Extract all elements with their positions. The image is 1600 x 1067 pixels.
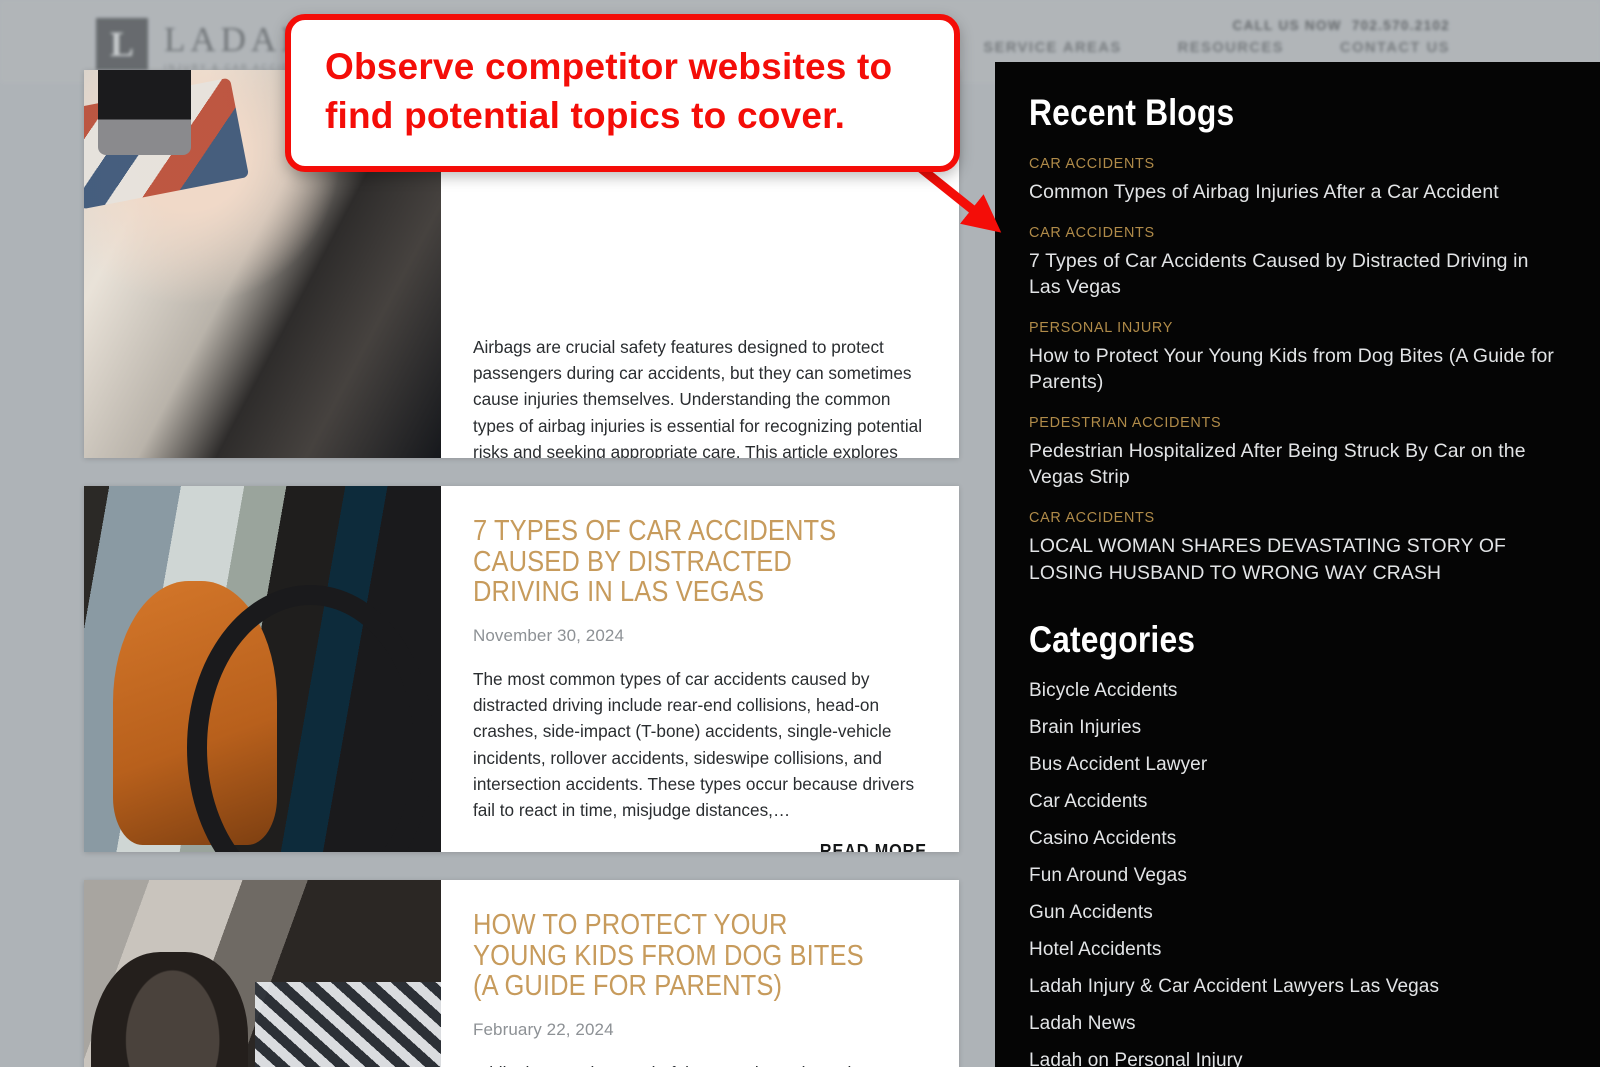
post-excerpt: The most common types of car accidents c… <box>473 669 915 820</box>
annotation-callout-text: Observe competitor websites to find pote… <box>325 46 893 137</box>
call-label: CALL US NOW <box>1232 18 1342 33</box>
recent-blog-item[interactable]: CAR ACCIDENTS Common Types of Airbag Inj… <box>1029 156 1558 206</box>
blog-post-card[interactable]: 7 TYPES OF CAR ACCIDENTS CAUSED BY DISTR… <box>84 486 959 852</box>
category-item[interactable]: Ladah News <box>1029 1012 1558 1036</box>
post-date: November 30, 2024 <box>473 626 625 646</box>
recent-blog-item[interactable]: PERSONAL INJURY How to Protect Your Youn… <box>1029 320 1558 396</box>
post-excerpt: Airbags are crucial safety features desi… <box>473 337 923 458</box>
recent-blog-category[interactable]: CAR ACCIDENTS <box>1029 225 1558 241</box>
category-item[interactable]: Hotel Accidents <box>1029 938 1558 962</box>
recent-blog-item[interactable]: CAR ACCIDENTS 7 Types of Car Accidents C… <box>1029 225 1558 301</box>
header-nav[interactable]: SERVICE AREAS RESOURCES CONTACT US <box>983 40 1450 56</box>
recent-blog-title[interactable]: How to Protect Your Young Kids from Dog … <box>1029 343 1558 396</box>
recent-blog-category[interactable]: PERSONAL INJURY <box>1029 320 1558 336</box>
nav-item-resources[interactable]: RESOURCES <box>1178 40 1284 56</box>
post-date: February 22, 2024 <box>473 1020 614 1040</box>
post-excerpt: While they can be wonderful companions, … <box>473 1060 927 1067</box>
read-more-link[interactable]: READ MORE <box>518 841 927 852</box>
category-item[interactable]: Bicycle Accidents <box>1029 679 1558 703</box>
blog-post-card[interactable]: HOW TO PROTECT YOUR YOUNG KIDS FROM DOG … <box>84 880 959 1067</box>
category-item[interactable]: Ladah Injury & Car Accident Lawyers Las … <box>1029 975 1449 999</box>
recent-blog-item[interactable]: CAR ACCIDENTS LOCAL WOMAN SHARES DEVASTA… <box>1029 510 1558 586</box>
category-item[interactable]: Car Accidents <box>1029 790 1558 814</box>
category-item[interactable]: Gun Accidents <box>1029 901 1558 925</box>
category-item[interactable]: Bus Accident Lawyer <box>1029 753 1558 777</box>
recent-blog-category[interactable]: CAR ACCIDENTS <box>1029 510 1558 526</box>
phone-number[interactable]: 702.570.2102 <box>1352 18 1450 33</box>
post-title[interactable]: 7 TYPES OF CAR ACCIDENTS CAUSED BY DISTR… <box>473 516 873 608</box>
recent-blogs-heading: Recent Blogs <box>1029 92 1235 133</box>
category-item[interactable]: Ladah on Personal Injury <box>1029 1049 1558 1067</box>
blog-sidebar: Recent Blogs CAR ACCIDENTS Common Types … <box>995 62 1600 1067</box>
recent-blog-title[interactable]: Pedestrian Hospitalized After Being Stru… <box>1029 438 1558 491</box>
recent-blog-title[interactable]: 7 Types of Car Accidents Caused by Distr… <box>1029 248 1558 301</box>
category-item[interactable]: Casino Accidents <box>1029 827 1558 851</box>
category-item[interactable]: Brain Injuries <box>1029 716 1558 740</box>
recent-blog-title[interactable]: Common Types of Airbag Injuries After a … <box>1029 179 1558 206</box>
post-body: HOW TO PROTECT YOUR YOUNG KIDS FROM DOG … <box>441 880 959 1067</box>
recent-blogs-list: CAR ACCIDENTS Common Types of Airbag Inj… <box>1029 156 1558 586</box>
distracted-driver-photo[interactable] <box>84 486 441 852</box>
recent-blog-category[interactable]: PEDESTRIAN ACCIDENTS <box>1029 415 1558 431</box>
page-root: L LADAH INJURY & CAR ACCIDENT LAWYERS · … <box>0 0 1600 1067</box>
nav-item-contact-us[interactable]: CONTACT US <box>1340 40 1450 56</box>
post-body: 7 TYPES OF CAR ACCIDENTS CAUSED BY DISTR… <box>441 486 959 852</box>
dog-teeth-photo[interactable] <box>84 880 441 1067</box>
post-title[interactable]: HOW TO PROTECT YOUR YOUNG KIDS FROM DOG … <box>473 910 873 1002</box>
header-call-now[interactable]: CALL US NOW 702.570.2102 <box>1233 18 1450 33</box>
categories-heading: Categories <box>1029 619 1196 661</box>
recent-blog-item[interactable]: PEDESTRIAN ACCIDENTS Pedestrian Hospital… <box>1029 415 1558 491</box>
recent-blog-category[interactable]: CAR ACCIDENTS <box>1029 156 1558 172</box>
category-item[interactable]: Fun Around Vegas <box>1029 864 1558 888</box>
nav-item-service-areas[interactable]: SERVICE AREAS <box>983 40 1121 56</box>
recent-blog-title[interactable]: LOCAL WOMAN SHARES DEVASTATING STORY OF … <box>1029 533 1558 586</box>
logo-mark-icon: L <box>96 18 148 70</box>
annotation-callout: Observe competitor websites to find pote… <box>285 14 960 173</box>
blog-post-list: COMMON TYPES OF AIRBAG INJURIES AFTER A … <box>84 70 959 1067</box>
categories-list: Bicycle Accidents Brain Injuries Bus Acc… <box>1029 679 1558 1067</box>
